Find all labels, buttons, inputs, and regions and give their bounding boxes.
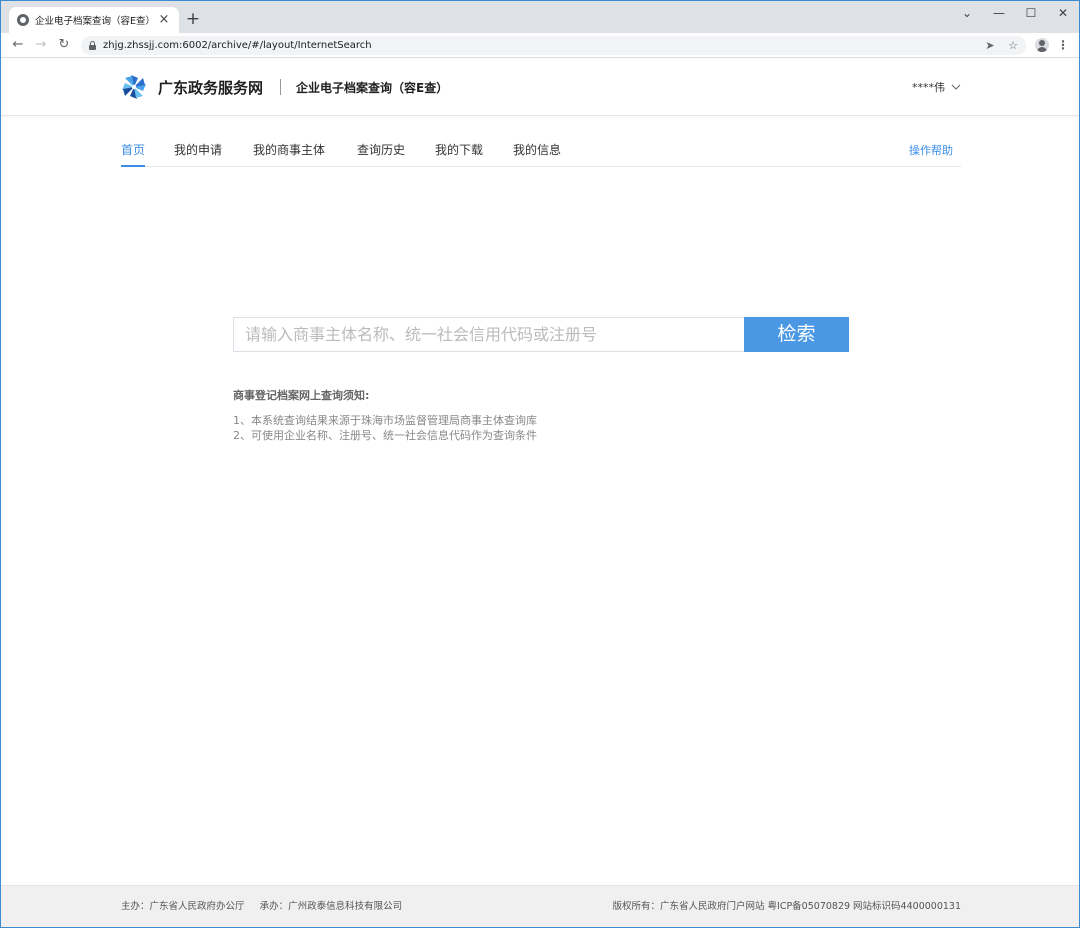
tab-close-icon[interactable]: × [157,13,171,27]
lock-icon[interactable] [89,41,96,50]
tab-my-info[interactable]: 我的信息 [513,141,561,165]
header-divider [280,79,281,95]
tab-title: 企业电子档案查询（容E查） [35,16,156,27]
chevron-down-icon[interactable] [951,81,961,93]
browser-window: 企业电子档案查询（容E查） × + ⌄ — ☐ ✕ ← → ↻ zhjg.zhs… [0,0,1080,928]
site-header: 广东政务服务网 企业电子档案查询（容E查） ****伟 [1,59,1079,116]
user-name[interactable]: ****伟 [912,80,945,96]
globe-icon [17,14,29,26]
tab-my-entities[interactable]: 我的商事主体 [253,141,325,165]
main-nav: 首页 我的申请 我的商事主体 查询历史 我的下载 我的信息 操作帮助 [121,131,961,167]
more-menu-icon[interactable]: ⋮ [1057,38,1069,52]
address-bar[interactable]: zhjg.zhssjj.com:6002/archive/#/layout/In… [81,36,1026,55]
search-button[interactable]: 检索 [744,317,849,352]
send-icon[interactable]: ➤ [983,39,997,52]
notice-line: 2、可使用企业名称、注册号、统一社会信息代码作为查询条件 [233,429,537,442]
page-title: 企业电子档案查询（容E查） [296,81,449,95]
url-text[interactable]: zhjg.zhssjj.com:6002/archive/#/layout/In… [103,39,372,52]
help-link[interactable]: 操作帮助 [909,143,953,159]
close-window-button[interactable]: ✕ [1053,5,1073,21]
notice-line: 1、本系统查询结果来源于珠海市场监督管理局商事主体查询库 [233,414,537,427]
browser-tab[interactable]: 企业电子档案查询（容E查） × [9,7,179,33]
maximize-button[interactable]: ☐ [1021,5,1041,21]
tab-strip: 企业电子档案查询（容E查） × + ⌄ — ☐ ✕ [1,1,1079,33]
forward-icon[interactable]: → [32,37,50,53]
search-input[interactable] [233,317,745,352]
profile-icon[interactable] [1035,38,1049,52]
notice-title: 商事登记档案网上查询须知: [233,389,370,402]
tab-my-downloads[interactable]: 我的下载 [435,141,483,165]
minimize-button[interactable]: — [989,5,1009,21]
tab-my-applications[interactable]: 我的申请 [174,141,222,165]
back-icon[interactable]: ← [9,37,27,53]
reload-icon[interactable]: ↻ [55,37,73,53]
browser-toolbar: ← → ↻ zhjg.zhssjj.com:6002/archive/#/lay… [1,33,1079,58]
site-name[interactable]: 广东政务服务网 [158,78,263,98]
tab-query-history[interactable]: 查询历史 [357,141,405,165]
star-icon[interactable]: ☆ [1006,39,1020,52]
footer-right-text: 版权所有：广东省人民政府门户网站 粤ICP备05070829 网站标识码4400… [612,901,962,912]
page-footer: 主办：广东省人民政府办公厅 承办：广州政泰信息科技有限公司 版权所有：广东省人民… [1,885,1079,927]
new-tab-button[interactable]: + [185,9,201,29]
tab-home[interactable]: 首页 [121,141,146,167]
footer-left-text: 主办：广东省人民政府办公厅 承办：广州政泰信息科技有限公司 [121,901,403,912]
guangdong-logo-icon [122,75,146,99]
tab-search-icon[interactable]: ⌄ [957,5,977,21]
